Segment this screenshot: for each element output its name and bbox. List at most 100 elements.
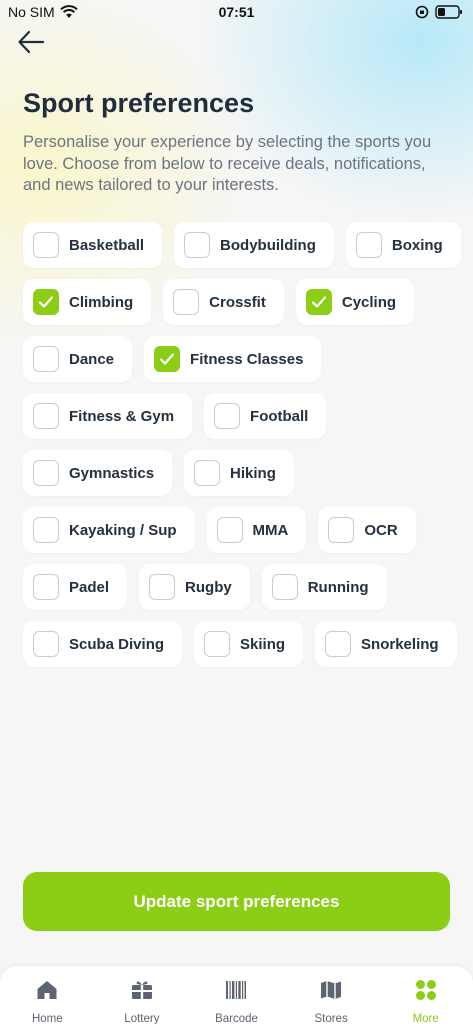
home-icon xyxy=(35,978,59,1007)
sport-label: Boxing xyxy=(391,236,443,254)
sport-chip-crossfit[interactable]: Crossfit xyxy=(163,279,284,325)
sport-label: Climbing xyxy=(69,293,134,311)
chip-row: Basketball Bodybuilding Boxing xyxy=(23,222,461,268)
checkbox[interactable] xyxy=(328,517,355,543)
sport-chip-padel[interactable]: Padel xyxy=(23,564,128,610)
tab-barcode[interactable]: Barcode xyxy=(189,966,284,1024)
sport-chip-dance[interactable]: Dance xyxy=(23,336,133,382)
tab-label: Barcode xyxy=(215,1013,258,1024)
sport-chip-football[interactable]: Football xyxy=(204,393,327,439)
sport-label: Snorkeling xyxy=(361,635,439,653)
orientation-lock-icon xyxy=(415,5,429,19)
checkbox[interactable] xyxy=(33,631,59,657)
sport-label: OCR xyxy=(364,521,398,539)
sport-label: Padel xyxy=(69,578,110,596)
tab-label: Stores xyxy=(314,1013,348,1024)
sport-label: Skiing xyxy=(240,635,286,653)
sport-chip-ocr[interactable]: OCR xyxy=(318,507,416,553)
status-bar: No SIM 07:51 xyxy=(0,0,473,26)
checkbox[interactable] xyxy=(33,574,59,600)
sport-label: Basketball xyxy=(69,236,145,254)
gift-icon xyxy=(130,978,154,1007)
chip-row: Gymnastics Hiking xyxy=(23,450,453,496)
sport-chip-climbing[interactable]: Climbing xyxy=(23,279,152,325)
sport-chip-basketball[interactable]: Basketball xyxy=(23,222,163,268)
sport-chip-running[interactable]: Running xyxy=(261,564,387,610)
checkbox[interactable] xyxy=(33,517,59,543)
sport-label: Fitness & Gym xyxy=(69,407,175,425)
checkbox[interactable] xyxy=(33,403,59,429)
sport-label: Bodybuilding xyxy=(220,236,316,254)
sport-chip-skiing[interactable]: Skiing xyxy=(194,621,304,667)
sport-label: Scuba Diving xyxy=(69,635,165,653)
sport-label: Rugby xyxy=(185,578,232,596)
checkbox[interactable] xyxy=(184,232,211,258)
sport-chip-fitness-gym[interactable]: Fitness & Gym xyxy=(23,393,193,439)
chip-row: Padel Rugby Running xyxy=(23,564,453,610)
sport-label: Cycling xyxy=(341,293,397,311)
sport-chip-mma[interactable]: MMA xyxy=(206,507,307,553)
sport-label: Gymnastics xyxy=(69,464,155,482)
checkbox[interactable] xyxy=(173,289,200,315)
sports-chip-list: Basketball Bodybuilding Boxing Climbing Cros… xyxy=(23,222,461,678)
bottom-tab-bar: Home Lottery Barcode Stores More xyxy=(0,966,473,1024)
chip-row: Kayaking / Sup MMA OCR xyxy=(23,507,453,553)
sport-chip-boxing[interactable]: Boxing xyxy=(345,222,461,268)
tab-stores[interactable]: Stores xyxy=(284,966,379,1024)
tab-label: More xyxy=(412,1013,439,1024)
checkmark-icon xyxy=(159,353,175,365)
sport-chip-bodybuilding[interactable]: Bodybuilding xyxy=(174,222,334,268)
sport-label: Running xyxy=(307,578,369,596)
arrow-left-icon xyxy=(18,30,45,54)
clock: 07:51 xyxy=(218,4,255,20)
sport-chip-rugby[interactable]: Rugby xyxy=(139,564,250,610)
barcode-icon xyxy=(224,978,248,1007)
checkbox[interactable] xyxy=(214,403,241,429)
tab-home[interactable]: Home xyxy=(0,966,95,1024)
checkbox[interactable] xyxy=(33,460,59,486)
tab-label: Home xyxy=(31,1013,63,1024)
sport-label: Kayaking / Sup xyxy=(69,521,177,539)
checkbox[interactable] xyxy=(355,232,382,258)
checkmark-icon xyxy=(311,296,326,308)
grid-icon xyxy=(414,978,438,1007)
back-button[interactable] xyxy=(16,28,50,56)
checkbox[interactable] xyxy=(204,631,231,657)
checkbox[interactable] xyxy=(271,574,298,600)
sport-label: MMA xyxy=(252,521,289,539)
checkbox[interactable] xyxy=(33,346,59,372)
tab-more[interactable]: More xyxy=(378,966,473,1024)
checkbox[interactable] xyxy=(154,346,181,372)
chip-row: Climbing Crossfit Cycling xyxy=(23,279,453,325)
checkmark-icon xyxy=(38,296,54,308)
checkbox[interactable] xyxy=(33,232,59,258)
checkbox[interactable] xyxy=(149,574,176,600)
page-description: Personalise your experience by selecting… xyxy=(23,133,432,194)
sport-chip-snorkeling[interactable]: Snorkeling xyxy=(315,621,457,667)
checkbox[interactable] xyxy=(194,460,221,486)
tab-lottery[interactable]: Lottery xyxy=(95,966,190,1024)
sport-chip-fitness-classes[interactable]: Fitness Classes xyxy=(144,336,322,382)
checkbox[interactable] xyxy=(216,517,243,543)
sport-chip-cycling[interactable]: Cycling xyxy=(295,279,415,325)
map-icon xyxy=(319,978,343,1007)
status-right xyxy=(415,5,463,19)
chip-row: Dance Fitness Classes xyxy=(23,336,453,382)
sport-chip-hiking[interactable]: Hiking xyxy=(184,450,294,496)
sport-chip-gymnastics[interactable]: Gymnastics xyxy=(23,450,173,496)
update-preferences-button[interactable]: Update sport preferences xyxy=(23,872,450,931)
sport-label: Hiking xyxy=(230,464,276,482)
battery-icon xyxy=(435,5,462,19)
sport-label: Fitness Classes xyxy=(190,350,304,368)
chip-row: Scuba Diving Skiing Snorkeling xyxy=(23,621,457,667)
page-title: Sport preferences xyxy=(23,88,255,118)
checkbox[interactable] xyxy=(33,289,59,315)
checkbox[interactable] xyxy=(325,631,352,657)
sport-label: Crossfit xyxy=(209,293,266,311)
sport-label: Football xyxy=(250,407,309,425)
sport-chip-kayaking-sup[interactable]: Kayaking / Sup xyxy=(23,507,195,553)
tab-label: Lottery xyxy=(124,1013,160,1024)
chip-row: Fitness & Gym Football xyxy=(23,393,453,439)
sport-chip-scuba-diving[interactable]: Scuba Diving xyxy=(23,621,183,667)
checkbox[interactable] xyxy=(305,289,332,315)
